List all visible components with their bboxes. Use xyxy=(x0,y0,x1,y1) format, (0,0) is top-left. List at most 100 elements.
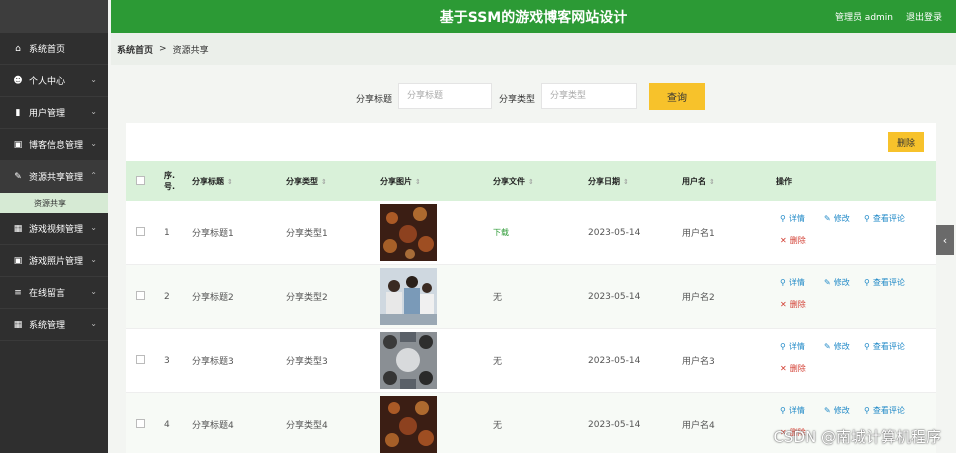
sidebar-item-system[interactable]: ▦ 系统管理 ⌄ xyxy=(0,309,108,341)
cell-date: 2023-05-14 xyxy=(588,355,641,366)
detail-button[interactable]: ⚲ 详情 xyxy=(780,277,805,288)
app-title: 基于SSM的游戏博客网站设计 xyxy=(439,10,628,26)
cell-type: 分享类型3 xyxy=(286,357,328,367)
edit-button[interactable]: ✎ 修改 xyxy=(824,405,850,416)
cell-file: 无 xyxy=(493,357,503,367)
sort-icon[interactable]: ⇕ xyxy=(709,178,715,186)
row-checkbox[interactable] xyxy=(136,354,145,364)
cell-date: 2023-05-14 xyxy=(588,227,641,238)
sidebar-item-label: 资源共享管理 xyxy=(29,173,84,183)
search-icon: ⚲ xyxy=(780,406,786,415)
sidebar-item-label: 用户管理 xyxy=(29,109,66,119)
chevron-down-icon: ⌄ xyxy=(90,255,97,264)
sidebar-item-label: 游戏照片管理 xyxy=(29,257,84,267)
select-all-checkbox[interactable] xyxy=(136,175,145,185)
delete-row-button[interactable]: ✕ 删除 xyxy=(780,235,806,246)
pencil-icon: ✎ xyxy=(824,214,831,223)
share-title-input[interactable] xyxy=(398,83,492,109)
collapse-arrow-icon[interactable]: ‹ xyxy=(936,225,954,255)
sidebar-item-photos[interactable]: ▣ 游戏照片管理 ⌄ xyxy=(0,245,108,277)
sidebar-item-blog[interactable]: ▣ 博客信息管理 ⌄ xyxy=(0,129,108,161)
cell-image xyxy=(370,393,483,453)
view-comments-button[interactable]: ⚲ 查看评论 xyxy=(864,213,905,224)
row-checkbox[interactable] xyxy=(136,290,145,300)
detail-button[interactable]: ⚲ 详情 xyxy=(780,213,805,224)
cell-file: 无 xyxy=(493,293,503,303)
home-icon: ⌂ xyxy=(15,43,21,54)
row-checkbox[interactable] xyxy=(136,226,145,236)
search-icon: ⚲ xyxy=(780,278,786,287)
sidebar-item-messages[interactable]: ≡ 在线留言 ⌄ xyxy=(0,277,108,309)
search-icon: ⚲ xyxy=(864,406,870,415)
row-checkbox-cell xyxy=(126,201,154,265)
edit-button[interactable]: ✎ 修改 xyxy=(824,213,850,224)
query-button[interactable]: 查询 xyxy=(649,83,705,110)
sort-icon[interactable]: ⇕ xyxy=(321,178,327,186)
cell-title: 分享标题4 xyxy=(192,421,234,431)
view-comments-button[interactable]: ⚲ 查看评论 xyxy=(864,405,905,416)
sort-icon[interactable]: ⇕ xyxy=(415,178,421,186)
edit-label: 修改 xyxy=(833,278,850,287)
sidebar-item-label: 游戏视频管理 xyxy=(29,225,84,235)
col-header-label: 分享类型 xyxy=(286,176,318,186)
sidebar-subitem-resource-share[interactable]: 资源共享 xyxy=(0,193,108,213)
resource-table: 序.号. 分享标题 ⇕ 分享类型 ⇕ 分享图片 ⇕ 分享文件 ⇕ 分享日期 ⇕ 用户名 ⇕ … xyxy=(126,161,936,453)
detail-label: 详情 xyxy=(788,278,805,287)
batch-delete-button[interactable]: 删除 xyxy=(888,132,924,152)
col-header-image[interactable]: 分享图片 ⇕ xyxy=(370,161,483,201)
pencil-icon: ✎ xyxy=(824,406,831,415)
sidebar-item-resource[interactable]: ✎ 资源共享管理 ⌃ xyxy=(0,161,108,193)
delete-row-button[interactable]: ✕ 删除 xyxy=(780,363,806,374)
edit-button[interactable]: ✎ 修改 xyxy=(824,277,850,288)
download-link[interactable]: 下载 xyxy=(493,228,509,237)
search-icon: ⚲ xyxy=(864,214,870,223)
sidebar-item-videos[interactable]: ▦ 游戏视频管理 ⌄ xyxy=(0,213,108,245)
pencil-icon: ✎ xyxy=(824,278,831,287)
share-type-input[interactable] xyxy=(541,83,637,109)
col-header-user[interactable]: 用户名 ⇕ xyxy=(672,161,766,201)
close-icon: ✕ xyxy=(780,300,787,309)
breadcrumb-separator: > xyxy=(159,44,167,54)
edit-label: 修改 xyxy=(833,214,850,223)
cell-date: 2023-05-14 xyxy=(588,419,641,430)
sidebar-item-users[interactable]: ▮ 用户管理 ⌄ xyxy=(0,97,108,129)
watermark: CSDN @南城计算机程序 xyxy=(773,428,941,446)
cell-image xyxy=(370,329,483,393)
chevron-down-icon: ⌄ xyxy=(90,75,97,84)
sidebar-item-home[interactable]: ⌂ 系统首页 xyxy=(0,33,108,65)
col-header-file[interactable]: 分享文件 ⇕ xyxy=(483,161,578,201)
top-header: 基于SSM的游戏博客网站设计 管理员 admin 退出登录 xyxy=(111,0,956,33)
cell-type: 分享类型4 xyxy=(286,421,328,431)
col-header-no: 序.号. xyxy=(164,171,176,191)
cell-file: 下载 xyxy=(483,201,578,265)
delete-row-button[interactable]: ✕ 删除 xyxy=(780,299,806,310)
delete-label: 删除 xyxy=(789,300,806,309)
logout-link[interactable]: 退出登录 xyxy=(906,10,942,23)
detail-button[interactable]: ⚲ 详情 xyxy=(780,405,805,416)
sort-icon[interactable]: ⇕ xyxy=(227,178,233,186)
share-image-thumbnail[interactable] xyxy=(380,204,437,261)
sidebar-item-profile[interactable]: ☻ 个人中心 ⌄ xyxy=(0,65,108,97)
col-header-type[interactable]: 分享类型 ⇕ xyxy=(276,161,370,201)
sort-icon[interactable]: ⇕ xyxy=(623,178,629,186)
view-comments-button[interactable]: ⚲ 查看评论 xyxy=(864,277,905,288)
cell-title: 分享标题2 xyxy=(192,293,234,303)
chevron-down-icon: ⌄ xyxy=(90,223,97,232)
col-header-title[interactable]: 分享标题 ⇕ xyxy=(182,161,276,201)
edit-button[interactable]: ✎ 修改 xyxy=(824,341,850,352)
breadcrumb-home[interactable]: 系统首页 xyxy=(117,43,153,56)
cell-image xyxy=(370,201,483,265)
detail-button[interactable]: ⚲ 详情 xyxy=(780,341,805,352)
col-header-date[interactable]: 分享日期 ⇕ xyxy=(578,161,672,201)
delete-label: 删除 xyxy=(789,236,806,245)
share-image-thumbnail[interactable] xyxy=(380,268,437,325)
row-checkbox[interactable] xyxy=(136,418,145,428)
row-checkbox-cell xyxy=(126,329,154,393)
share-image-thumbnail[interactable] xyxy=(380,332,437,389)
sort-icon[interactable]: ⇕ xyxy=(528,178,534,186)
view-comments-button[interactable]: ⚲ 查看评论 xyxy=(864,341,905,352)
share-image-thumbnail[interactable] xyxy=(380,396,437,453)
view-comments-label: 查看评论 xyxy=(872,406,905,415)
edit-label: 修改 xyxy=(833,406,850,415)
cell-actions: ⚲ 详情 ✎ 修改 ⚲ 查看评论 ✕ 删除 xyxy=(766,329,936,393)
